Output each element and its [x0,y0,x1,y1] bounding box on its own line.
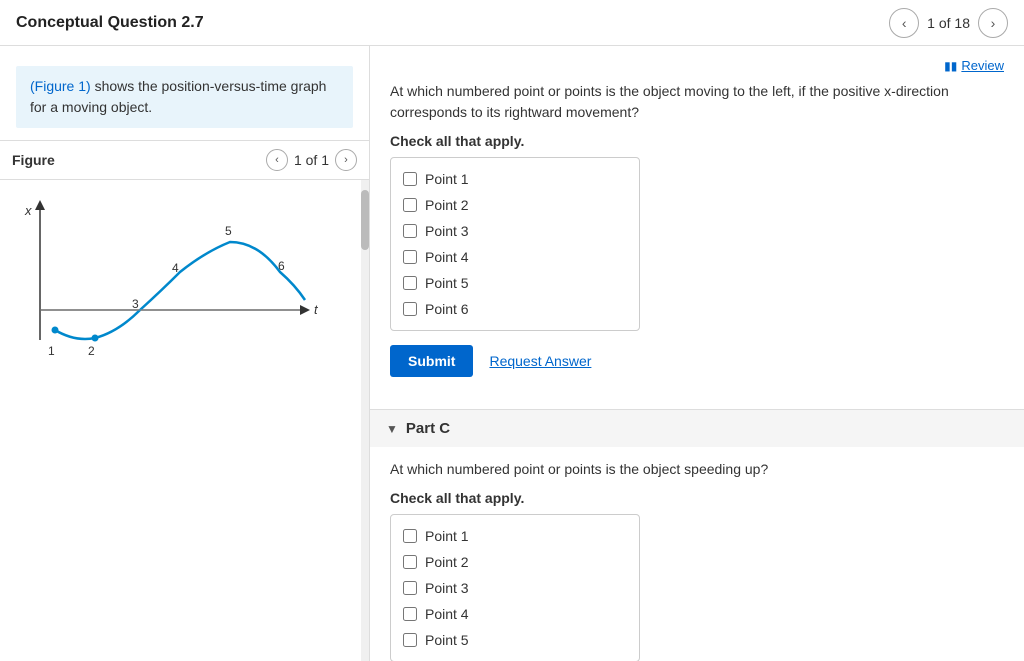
figure-scroll-thumb [361,190,369,250]
list-item: Point 6 [403,296,627,322]
point-2-checkbox[interactable] [403,198,417,212]
review-icon: ▮▮ [944,59,957,73]
list-item: Point 5 [403,270,627,296]
graph-container: x t 1 2 [0,180,340,410]
part-c-question-text: At which numbered point or points is the… [390,459,1004,480]
figure-link[interactable]: (Figure 1) [30,78,91,94]
figure-navigation: ‹ 1 of 1 › [266,149,357,171]
review-link[interactable]: Review [961,58,1004,73]
figure-content: x t 1 2 [0,180,369,661]
main-container: (Figure 1) shows the position-versus-tim… [0,46,1024,661]
part-c-point-2-checkbox[interactable] [403,555,417,569]
part-c-point-5-label: Point 5 [425,632,469,648]
svg-text:6: 6 [278,259,285,273]
header-navigation: ‹ 1 of 18 › [889,8,1008,38]
svg-text:5: 5 [225,224,232,238]
part-c-title: Part C [406,420,450,437]
question-text: At which numbered point or points is the… [390,81,1004,123]
page-title: Conceptual Question 2.7 [16,14,204,32]
figure-title-label: Figure [12,152,55,168]
list-item: Point 1 [403,166,627,192]
point-1-checkbox[interactable] [403,172,417,186]
next-figure-button[interactable]: › [335,149,357,171]
figure-section: Figure ‹ 1 of 1 › [0,140,369,661]
part-c-header[interactable]: ▼ Part C [370,410,1024,447]
point-5-label: Point 5 [425,275,469,291]
figure-scrollbar[interactable] [361,180,369,661]
point-4-label: Point 4 [425,249,469,265]
part-c-point-4-label: Point 4 [425,606,469,622]
part-c-check-all-label: Check all that apply. [390,490,1004,506]
part-c-checkbox-list: Point 1 Point 2 Point 3 Point 4 [390,514,640,661]
list-item: Point 2 [403,549,627,575]
page-indicator: 1 of 18 [927,15,970,31]
figure-intro: (Figure 1) shows the position-versus-tim… [0,46,369,140]
submit-button[interactable]: Submit [390,345,473,377]
left-panel: (Figure 1) shows the position-versus-tim… [0,46,370,661]
part-b-content: ▮▮ Review At which numbered point or poi… [370,46,1024,409]
list-item: Point 4 [403,601,627,627]
list-item: Point 4 [403,244,627,270]
svg-text:1: 1 [48,344,55,358]
list-item: Point 3 [403,575,627,601]
position-time-graph: x t 1 2 [10,190,320,400]
checkbox-list: Point 1 Point 2 Point 3 Point 4 Point 5 [390,157,640,331]
prev-question-button[interactable]: ‹ [889,8,919,38]
list-item: Point 5 [403,627,627,653]
header: Conceptual Question 2.7 ‹ 1 of 18 › [0,0,1024,46]
list-item: Point 2 [403,192,627,218]
check-all-label: Check all that apply. [390,133,1004,149]
review-link-container: ▮▮ Review [390,58,1004,73]
part-c-point-2-label: Point 2 [425,554,469,570]
point-2-label: Point 2 [425,197,469,213]
next-question-button[interactable]: › [978,8,1008,38]
svg-text:x: x [24,203,32,218]
part-c-point-4-checkbox[interactable] [403,607,417,621]
point-1-label: Point 1 [425,171,469,187]
part-c-point-3-checkbox[interactable] [403,581,417,595]
intro-box: (Figure 1) shows the position-versus-tim… [16,66,353,128]
point-4-checkbox[interactable] [403,250,417,264]
action-row: Submit Request Answer [390,345,1004,377]
part-c-point-3-label: Point 3 [425,580,469,596]
part-c-point-1-checkbox[interactable] [403,529,417,543]
point-3-label: Point 3 [425,223,469,239]
svg-text:2: 2 [88,344,95,358]
list-item: Point 1 [403,523,627,549]
figure-header: Figure ‹ 1 of 1 › [0,141,369,180]
point-3-checkbox[interactable] [403,224,417,238]
svg-text:4: 4 [172,261,179,275]
part-c-point-5-checkbox[interactable] [403,633,417,647]
request-answer-button[interactable]: Request Answer [489,353,591,369]
point-6-checkbox[interactable] [403,302,417,316]
list-item: Point 3 [403,218,627,244]
part-c-section: ▼ Part C At which numbered point or poin… [370,409,1024,661]
figure-page-indicator: 1 of 1 [294,152,329,168]
point-6-label: Point 6 [425,301,469,317]
part-c-collapse-icon: ▼ [386,422,398,436]
part-c-point-1-label: Point 1 [425,528,469,544]
prev-figure-button[interactable]: ‹ [266,149,288,171]
part-c-content: At which numbered point or points is the… [370,447,1024,661]
svg-text:3: 3 [132,297,139,311]
svg-text:t: t [314,302,319,317]
point-5-checkbox[interactable] [403,276,417,290]
right-panel[interactable]: ▮▮ Review At which numbered point or poi… [370,46,1024,661]
